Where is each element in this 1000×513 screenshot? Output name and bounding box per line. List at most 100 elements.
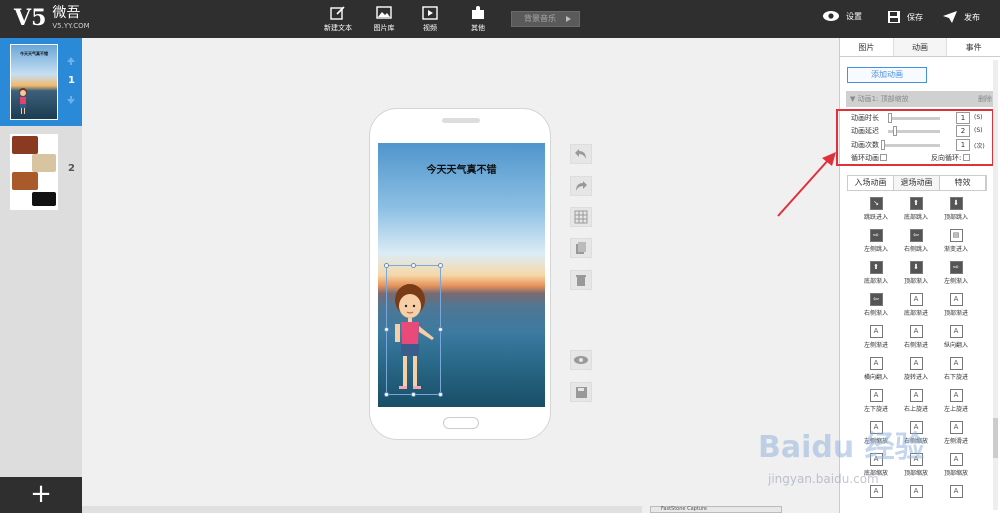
duration-input[interactable]: 1: [956, 112, 970, 124]
other-button[interactable]: 其他: [458, 5, 498, 33]
girl-character-image[interactable]: [388, 282, 438, 394]
add-slide-button[interactable]: +: [0, 477, 82, 513]
settings-label: 设置: [846, 11, 862, 21]
effect-label: 渐变进入: [943, 246, 968, 253]
animation-delete-link[interactable]: 删除: [978, 91, 992, 107]
undo-button[interactable]: [570, 144, 592, 164]
tab-animation[interactable]: 动画: [893, 38, 948, 56]
move-up-icon[interactable]: [66, 56, 76, 66]
panel-scroll-thumb[interactable]: [993, 418, 998, 458]
new-text-button[interactable]: 新建文本: [318, 5, 358, 33]
publish-button[interactable]: 发布: [942, 10, 980, 24]
resize-handle[interactable]: [384, 263, 389, 268]
effect-item[interactable]: ↘ 跳跃进入: [856, 197, 896, 221]
effect-icon: A: [949, 325, 963, 338]
effect-label: 顶部跳入: [943, 214, 968, 221]
effect-item[interactable]: ⬆ 底部跳入: [896, 197, 936, 221]
phone-speaker: [442, 118, 480, 123]
grid-icon: [574, 210, 588, 224]
effect-item[interactable]: A 左上旋进: [936, 389, 976, 413]
effect-item[interactable]: A 右下旋进: [936, 357, 976, 381]
properties-tabs: 图片 动画 事件: [840, 38, 1000, 57]
loop-checkbox[interactable]: [880, 154, 887, 161]
delay-input[interactable]: 2: [956, 125, 970, 137]
tab-enter-animation[interactable]: 入场动画: [848, 176, 894, 190]
effect-icon: A: [909, 389, 923, 402]
delete-button[interactable]: [570, 270, 592, 290]
effect-item[interactable]: A 旋转进入: [896, 357, 936, 381]
settings-button[interactable]: 设置: [822, 10, 862, 22]
canvas-scrollbar[interactable]: [82, 506, 642, 513]
slider-knob[interactable]: [881, 140, 885, 150]
tab-special-effect[interactable]: 特效: [940, 176, 986, 190]
screen-title-text[interactable]: 今天天气真不错: [378, 161, 545, 176]
count-input[interactable]: 1: [956, 139, 970, 151]
effect-item[interactable]: A 顶部渐进: [936, 293, 976, 317]
red-arrow-annotation: [777, 152, 836, 217]
effect-item[interactable]: A: [856, 485, 896, 500]
video-button[interactable]: 视频: [410, 5, 450, 33]
slide-item-1[interactable]: 今天天气真不错 1: [0, 38, 82, 126]
duration-slider[interactable]: [888, 113, 940, 123]
effect-icon: A: [909, 293, 923, 306]
effect-item[interactable]: A 右侧渐进: [896, 325, 936, 349]
effect-item[interactable]: A 左侧滑进: [936, 421, 976, 445]
slide-item-2[interactable]: 2: [0, 130, 82, 214]
preview-button[interactable]: [570, 350, 592, 370]
effect-item[interactable]: ⇨ 左侧跳入: [856, 229, 896, 253]
effect-item[interactable]: ⇦ 右侧渐入: [856, 293, 896, 317]
resize-handle[interactable]: [411, 263, 416, 268]
effect-item[interactable]: ▤ 渐变进入: [936, 229, 976, 253]
save-button[interactable]: 保存: [887, 10, 923, 24]
taskbar-item[interactable]: FastStone Capture: [650, 506, 782, 513]
effect-item[interactable]: A 顶部缩放: [936, 453, 976, 477]
animation-header[interactable]: ▼ 动画1: 顶部缩放 删除: [846, 91, 996, 107]
slide-thumbnail-1[interactable]: 今天天气真不错: [10, 44, 58, 120]
slider-knob[interactable]: [893, 126, 897, 136]
effect-item[interactable]: A 底部渐进: [896, 293, 936, 317]
effect-item[interactable]: ⬆ 底部渐入: [856, 261, 896, 285]
effect-icon: A: [869, 325, 883, 338]
reverse-label: 反向循环:: [931, 154, 962, 162]
image-library-button[interactable]: 图片库: [364, 5, 404, 33]
effect-item[interactable]: A: [896, 485, 936, 500]
tab-image[interactable]: 图片: [840, 38, 894, 56]
effect-icon: ⇦: [869, 293, 883, 306]
tab-event[interactable]: 事件: [947, 38, 1000, 56]
resize-handle[interactable]: [438, 392, 443, 397]
reverse-checkbox[interactable]: [963, 154, 970, 161]
effect-item[interactable]: A 纵向翻入: [936, 325, 976, 349]
effect-item[interactable]: A 右上旋进: [896, 389, 936, 413]
resize-handle[interactable]: [438, 327, 443, 332]
effect-item[interactable]: A 横向翻入: [856, 357, 896, 381]
effect-item[interactable]: ⇦ 右侧跳入: [896, 229, 936, 253]
effect-item[interactable]: A 左侧渐进: [856, 325, 896, 349]
effect-item[interactable]: ⬇ 顶部渐入: [896, 261, 936, 285]
redo-button[interactable]: [570, 176, 592, 196]
count-slider[interactable]: [881, 140, 940, 150]
slider-knob[interactable]: [888, 113, 892, 123]
tab-exit-animation[interactable]: 退场动画: [894, 176, 940, 190]
add-animation-button[interactable]: 添加动画: [847, 67, 927, 83]
effect-label: 顶部缩放: [903, 470, 928, 477]
grid-button[interactable]: [570, 207, 592, 227]
edit-icon: [330, 6, 345, 20]
effect-item[interactable]: A: [936, 485, 976, 500]
count-unit: (次): [974, 143, 985, 150]
effect-icon: ⇨: [949, 261, 963, 274]
effect-label: 纵向翻入: [943, 342, 968, 349]
effect-item[interactable]: A 左下旋进: [856, 389, 896, 413]
move-down-icon[interactable]: [66, 95, 76, 105]
slide-thumbnail-2[interactable]: [10, 134, 58, 210]
effect-label: 左侧渐入: [943, 278, 968, 285]
copy-button[interactable]: [570, 238, 592, 258]
redo-icon: [576, 181, 587, 191]
slide-thumbnail-title: 今天天气真不错: [20, 51, 48, 56]
animation-type-tabs: 入场动画 退场动画 特效: [847, 175, 987, 191]
delay-slider[interactable]: [888, 126, 940, 136]
background-music-button[interactable]: 背景音乐: [511, 11, 580, 27]
save-page-button[interactable]: [570, 382, 592, 402]
resize-handle[interactable]: [438, 263, 443, 268]
effect-item[interactable]: ⬇ 顶部跳入: [936, 197, 976, 221]
effect-item[interactable]: ⇨ 左侧渐入: [936, 261, 976, 285]
